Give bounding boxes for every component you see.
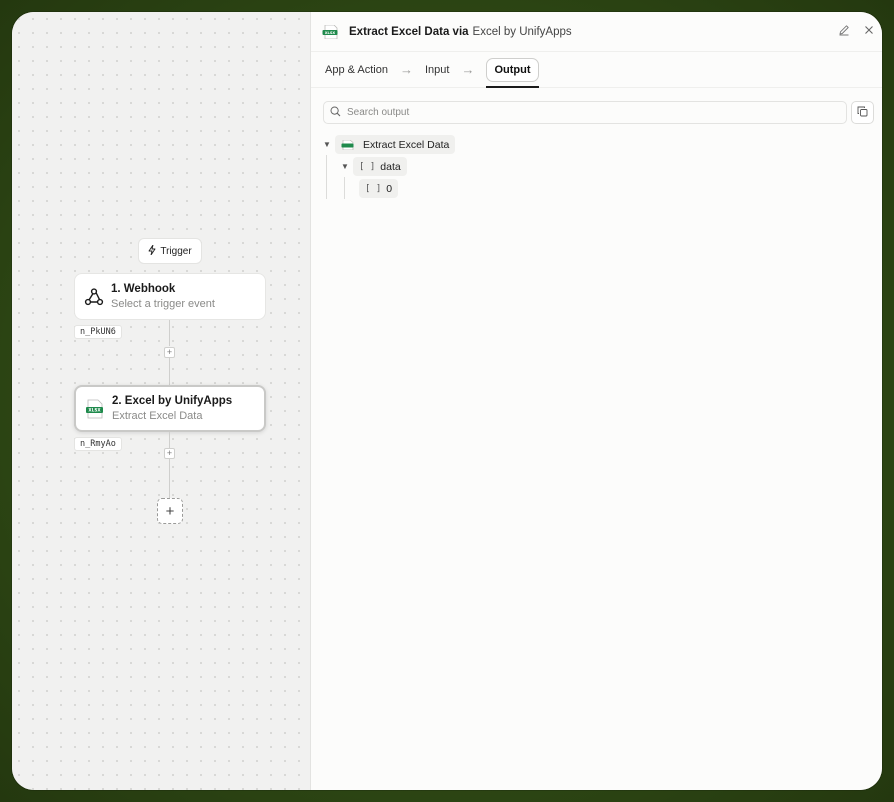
webhook-icon <box>83 286 105 308</box>
node-title: 1. Webhook <box>111 282 176 295</box>
tree-guide-line <box>344 177 345 199</box>
node-title: 2. Excel by UnifyApps <box>112 394 233 407</box>
tree-node-label: data <box>380 160 401 173</box>
node-excel[interactable]: XLSX 2. Excel by UnifyApps Extract Excel… <box>74 385 266 432</box>
app-window: Trigger 1. Webhook Select a trigger even… <box>12 12 882 790</box>
node-subtitle: Extract Excel Data <box>112 409 203 422</box>
search-output-field[interactable] <box>323 101 847 124</box>
arrow-right-icon: → <box>400 62 413 77</box>
copy-icon <box>857 104 868 122</box>
panel-app-name: Excel by UnifyApps <box>472 25 572 38</box>
tree-guide-line <box>326 155 327 199</box>
array-icon: [ ] <box>359 161 376 172</box>
trigger-badge[interactable]: Trigger <box>138 238 202 264</box>
xlsx-icon: XLSX <box>322 24 340 39</box>
tree-node-root[interactable]: Extract Excel Data <box>335 135 456 154</box>
trigger-label: Trigger <box>160 245 192 257</box>
panel-header: XLSX Extract Excel Data via Excel by Uni… <box>311 12 882 52</box>
collapse-caret-icon[interactable]: ▼ <box>323 140 331 149</box>
node-subtitle: Select a trigger event <box>111 297 215 310</box>
copy-button[interactable] <box>851 101 874 124</box>
tab-app-action[interactable]: App & Action <box>325 60 388 80</box>
close-icon[interactable] <box>862 24 876 38</box>
connector-line <box>169 432 170 448</box>
xlsx-icon <box>341 139 355 150</box>
lightning-icon <box>148 244 156 258</box>
svg-text:XLSX: XLSX <box>88 407 101 412</box>
node-id-badge: n_PkUN6 <box>74 325 122 339</box>
search-icon <box>330 104 341 122</box>
collapse-caret-icon[interactable]: ▼ <box>341 162 349 171</box>
xlsx-icon: XLSX <box>84 398 106 420</box>
tree-node-label: Extract Excel Data <box>363 138 450 151</box>
tree-node-data[interactable]: [ ] data <box>353 157 407 176</box>
search-input[interactable] <box>347 107 827 118</box>
connector-line <box>169 320 170 346</box>
insert-step-button[interactable]: + <box>164 347 175 358</box>
node-id-badge: n_RmyAo <box>74 437 122 451</box>
add-step-button[interactable]: + <box>157 498 183 524</box>
tree-node-item[interactable]: [ ] 0 <box>359 179 399 198</box>
tree-node-label: 0 <box>386 182 393 195</box>
arrow-right-icon: → <box>461 62 475 77</box>
insert-step-button[interactable]: + <box>164 448 175 459</box>
array-icon: [ ] <box>365 183 382 194</box>
workflow-canvas[interactable]: Trigger 1. Webhook Select a trigger even… <box>12 12 310 790</box>
tab-input[interactable]: Input <box>425 60 449 80</box>
connector-line <box>169 358 170 385</box>
step-tabs: App & Action → Input → Output <box>311 52 882 88</box>
edit-icon[interactable] <box>837 24 851 38</box>
connector-line <box>169 459 170 498</box>
svg-text:XLSX: XLSX <box>325 30 336 34</box>
panel-title: Extract Excel Data via <box>349 25 469 38</box>
node-webhook[interactable]: 1. Webhook Select a trigger event <box>74 273 266 320</box>
tab-output[interactable]: Output <box>486 57 539 88</box>
step-details-panel: XLSX Extract Excel Data via Excel by Uni… <box>310 12 882 790</box>
